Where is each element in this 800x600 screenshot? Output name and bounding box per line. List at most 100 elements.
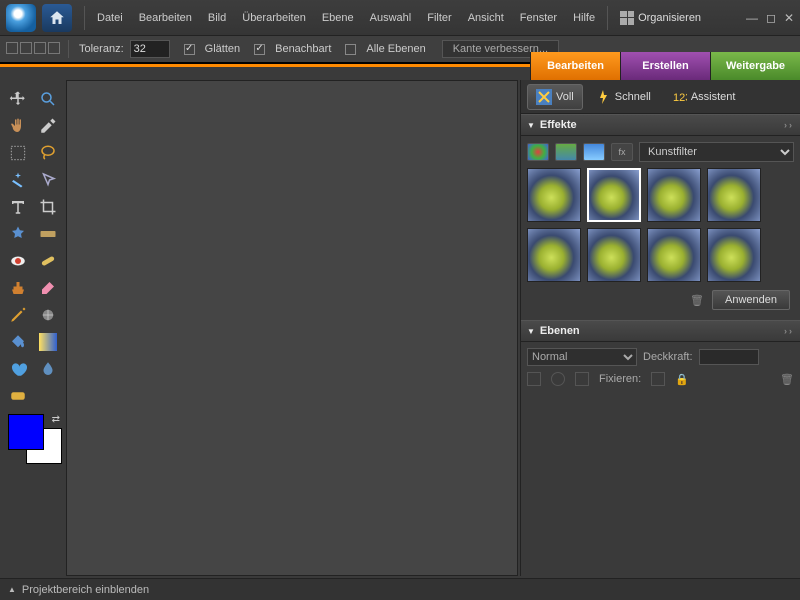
opacity-field[interactable] [699, 349, 759, 365]
redeye-tool-icon[interactable] [5, 249, 31, 273]
effect-thumb[interactable] [707, 168, 761, 222]
hand-tool-icon[interactable] [5, 114, 31, 138]
layer-style-icon[interactable] [555, 143, 577, 161]
gradient-tool-icon[interactable] [35, 330, 61, 354]
expand-icon[interactable]: ▲ [8, 585, 16, 594]
status-bar: ▲ Projektbereich einblenden [0, 578, 800, 600]
straighten-tool-icon[interactable] [35, 222, 61, 246]
mode-guided-label: Assistent [691, 91, 736, 103]
clone-stamp-tool-icon[interactable] [5, 276, 31, 300]
shape-tool-icon[interactable] [5, 357, 31, 381]
tolerance-input[interactable] [130, 40, 170, 58]
pencil-tool-icon[interactable] [5, 303, 31, 327]
tab-share[interactable]: Weitergabe [710, 52, 800, 80]
swap-colors-icon[interactable]: ⇄ [52, 414, 60, 425]
mode-full-label: Voll [556, 91, 574, 103]
link-layers-icon[interactable] [575, 372, 589, 386]
effect-thumb[interactable] [707, 228, 761, 282]
magic-wand-tool-icon[interactable] [5, 168, 31, 192]
trash-icon[interactable]: 🗑 [690, 294, 704, 307]
menu-view[interactable]: Ansicht [460, 8, 512, 28]
menu-edit[interactable]: Bearbeiten [131, 8, 200, 28]
app-logo-icon [6, 4, 36, 32]
document-canvas[interactable] [66, 80, 518, 576]
effects-panel-header[interactable]: ▼ Effekte ›› [521, 114, 800, 136]
foreground-color-swatch[interactable] [8, 414, 44, 450]
new-layer-icon[interactable] [527, 372, 541, 386]
effect-thumb[interactable] [587, 228, 641, 282]
effect-thumb[interactable] [527, 228, 581, 282]
mode-quick[interactable]: Schnell [587, 85, 659, 109]
workspace-tabs: Bearbeiten Erstellen Weitergabe [530, 52, 800, 80]
crop-tool-icon[interactable] [35, 195, 61, 219]
layers-panel: Normal Deckkraft: Fixieren: 🔒 🗑 [521, 342, 800, 392]
lock-label: Fixieren: [599, 373, 641, 385]
sponge-tool-icon[interactable] [5, 384, 31, 408]
tab-create[interactable]: Erstellen [620, 52, 710, 80]
mode-full[interactable]: Voll [527, 84, 583, 110]
zoom-tool-icon[interactable] [35, 87, 61, 111]
svg-text:123: 123 [673, 92, 687, 104]
close-button[interactable]: ✕ [784, 11, 794, 25]
home-button[interactable] [42, 4, 72, 32]
spacer [35, 384, 61, 408]
adjustment-layer-icon[interactable] [551, 372, 565, 386]
lock-icon[interactable]: 🔒 [675, 373, 689, 386]
lasso-tool-icon[interactable] [35, 141, 61, 165]
menu-help[interactable]: Hilfe [565, 8, 603, 28]
type-tool-icon[interactable] [5, 195, 31, 219]
edit-mode-tabs: Voll Schnell 123 Assistent [521, 80, 800, 114]
delete-layer-icon[interactable]: 🗑 [780, 373, 794, 386]
color-swatches[interactable]: ⇄ [4, 414, 62, 464]
smooth-checkbox[interactable] [184, 44, 195, 55]
menu-enhance[interactable]: Überarbeiten [234, 8, 314, 28]
blend-mode-select[interactable]: Normal [527, 348, 637, 366]
tab-edit[interactable]: Bearbeiten [530, 52, 620, 80]
eraser-tool-icon[interactable] [35, 276, 61, 300]
effect-thumb[interactable] [647, 168, 701, 222]
photo-effect-icon[interactable] [583, 143, 605, 161]
layers-panel-header[interactable]: ▼ Ebenen ›› [521, 320, 800, 342]
layers-title: Ebenen [540, 325, 580, 337]
contiguous-label: Benachbart [275, 43, 331, 55]
filter-category-icon[interactable] [527, 143, 549, 161]
move-tool-icon[interactable] [5, 87, 31, 111]
maximize-button[interactable]: ◻ [766, 11, 776, 25]
collapse-icon: ▼ [527, 121, 535, 130]
lock-pixels-icon[interactable] [651, 372, 665, 386]
menu-layer[interactable]: Ebene [314, 8, 362, 28]
project-bin-toggle[interactable]: Projektbereich einblenden [22, 584, 149, 596]
mode-guided[interactable]: 123 Assistent [663, 85, 744, 109]
panel-menu-icon[interactable]: ›› [784, 326, 794, 336]
organize-button[interactable]: Organisieren [612, 7, 709, 29]
effect-thumb[interactable] [587, 168, 641, 222]
healing-tool-icon[interactable] [35, 249, 61, 273]
cookie-cutter-tool-icon[interactable] [5, 222, 31, 246]
collapse-icon: ▼ [527, 327, 535, 336]
menu-filter[interactable]: Filter [419, 8, 459, 28]
right-panel: Voll Schnell 123 Assistent ▼ Effekte ›› … [520, 80, 800, 576]
all-icon[interactable]: fx [611, 143, 633, 161]
smooth-label: Glätten [205, 43, 240, 55]
quick-select-tool-icon[interactable] [35, 168, 61, 192]
menu-file[interactable]: Datei [89, 8, 131, 28]
eyedropper-tool-icon[interactable] [35, 114, 61, 138]
effect-thumb[interactable] [527, 168, 581, 222]
menu-image[interactable]: Bild [200, 8, 234, 28]
contiguous-checkbox[interactable] [254, 44, 265, 55]
minimize-button[interactable]: — [746, 11, 758, 25]
menu-select[interactable]: Auswahl [362, 8, 420, 28]
smart-brush-tool-icon[interactable] [35, 303, 61, 327]
apply-button[interactable]: Anwenden [712, 290, 790, 310]
all-layers-checkbox[interactable] [345, 44, 356, 55]
selection-mode-icons[interactable] [6, 42, 62, 57]
effect-category-select[interactable]: Kunstfilter [639, 142, 794, 162]
menu-window[interactable]: Fenster [512, 8, 565, 28]
blur-tool-icon[interactable] [35, 357, 61, 381]
marquee-tool-icon[interactable] [5, 141, 31, 165]
effect-thumb[interactable] [647, 228, 701, 282]
panel-menu-icon[interactable]: ›› [784, 120, 794, 130]
effects-title: Effekte [540, 119, 577, 131]
organize-label: Organisieren [638, 12, 701, 24]
paint-bucket-tool-icon[interactable] [5, 330, 31, 354]
